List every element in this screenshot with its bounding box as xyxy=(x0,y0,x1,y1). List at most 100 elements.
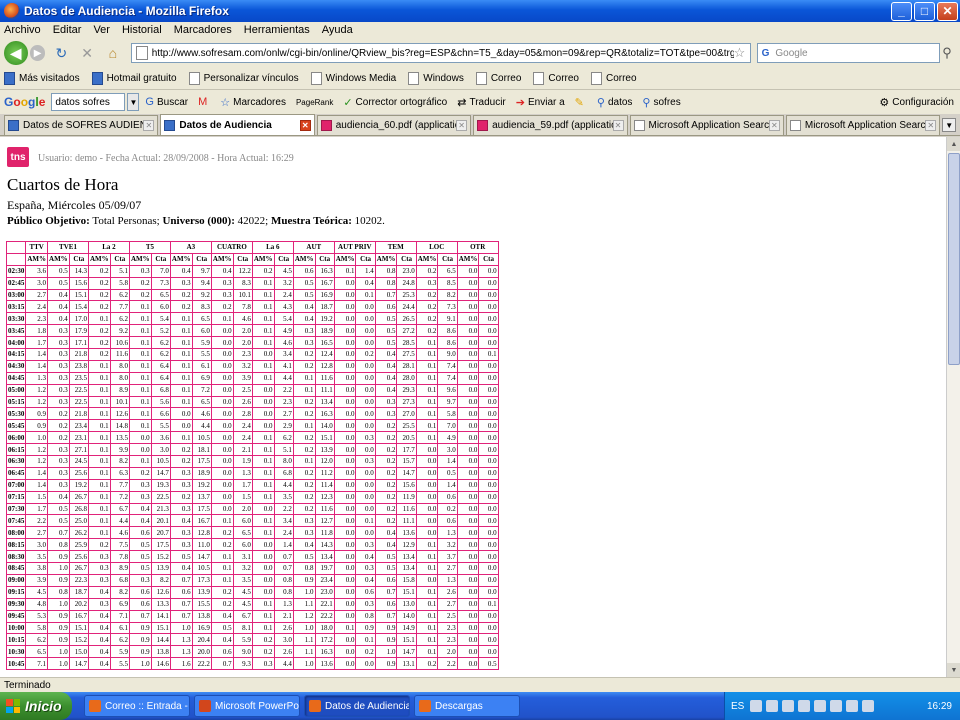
value-cell: 0.1 xyxy=(478,597,499,611)
tab-datos-audiencia[interactable]: Datos de Audiencia ✕ xyxy=(160,114,315,135)
time-cell: 09:15 xyxy=(5,585,27,599)
navigation-toolbar: ◀ ▶ ↻ ✕ ⌂ http://www.sofresam.com/onlw/c… xyxy=(0,38,960,68)
tray-icon[interactable] xyxy=(750,700,763,712)
value-cell: 4.6 xyxy=(273,336,294,350)
menu-editar[interactable]: Editar xyxy=(53,24,82,36)
word-find-datos[interactable]: ⚲ datos xyxy=(597,96,633,109)
menu-archivo[interactable]: Archivo xyxy=(4,24,41,36)
bookmark-star-icon[interactable]: ☆ xyxy=(734,45,750,61)
maximize-button[interactable]: □ xyxy=(914,1,935,21)
reload-icon[interactable]: ↻ xyxy=(51,43,71,63)
value-cell: 0.0 xyxy=(456,276,480,290)
channel-header: CUATRO xyxy=(210,241,253,254)
bookmark-item[interactable]: Más visitados xyxy=(4,72,80,85)
bookmark-item[interactable]: Correo xyxy=(590,72,637,85)
minimize-button[interactable]: _ xyxy=(891,1,912,21)
bookmark-item[interactable]: Correo xyxy=(533,72,579,85)
tab-audiencia-60[interactable]: audiencia_60.pdf (application/pdf O...✕ xyxy=(316,115,472,135)
stop-icon[interactable]: ✕ xyxy=(77,43,97,63)
google-search-button[interactable]: G Buscar xyxy=(145,96,188,108)
time-cell: 02:45 xyxy=(5,276,27,290)
value-cell: 4.4 xyxy=(273,371,294,385)
task-correo[interactable]: Correo :: Entrada - M... xyxy=(84,695,190,717)
value-cell: 1.4 xyxy=(25,478,49,492)
bookmark-item[interactable]: Windows xyxy=(408,72,464,85)
value-cell: 0.2 xyxy=(374,514,398,528)
value-cell: 0.3 xyxy=(210,288,234,302)
tab-ms-search-1[interactable]: Microsoft Application Search ✕ xyxy=(629,115,784,135)
window-titlebar[interactable]: Datos de Audiencia - Mozilla Firefox _ □… xyxy=(0,0,960,22)
value-cell: 0.2 xyxy=(374,419,398,433)
tray-icon[interactable] xyxy=(846,700,859,712)
language-indicator[interactable]: ES xyxy=(731,701,744,712)
bookmarks-button[interactable]: ☆ Marcadores xyxy=(220,96,286,109)
menu-historial[interactable]: Historial xyxy=(122,24,162,36)
forward-button[interactable]: ▶ xyxy=(29,45,46,61)
tab-ms-search-2[interactable]: Microsoft Application Search ✕ xyxy=(785,115,941,135)
tab-close-icon[interactable]: ✕ xyxy=(768,120,780,131)
address-bar[interactable]: http://www.sofresam.com/onlw/cgi-bin/onl… xyxy=(130,43,751,63)
spellcheck-button[interactable]: ✓ Corrector ortográfico xyxy=(343,96,447,109)
tab-audiencia-59[interactable]: audiencia_59.pdf (application/pdf O...✕ xyxy=(473,115,628,135)
tab-sofres[interactable]: Datos de SOFRES AUDIENCIA DE M...✕ xyxy=(4,115,159,135)
volume-icon[interactable] xyxy=(862,700,875,712)
value-cell: 6.3 xyxy=(109,466,130,480)
bookmark-item[interactable]: Windows Media xyxy=(310,72,396,85)
tray-icon[interactable] xyxy=(766,700,779,712)
home-icon[interactable]: ⌂ xyxy=(103,43,123,63)
tab-close-icon[interactable]: ✕ xyxy=(299,119,311,131)
gmail-button[interactable]: M xyxy=(198,96,210,108)
bookmark-item[interactable]: Correo xyxy=(475,72,521,85)
value-cell: 6.0 xyxy=(232,514,253,528)
value-cell: 0.2 xyxy=(169,288,193,302)
tray-icon[interactable] xyxy=(798,700,811,712)
bookmark-item[interactable]: Personalizar vínculos xyxy=(188,72,299,85)
value-cell: 7.8 xyxy=(109,550,130,564)
search-input[interactable]: G Google xyxy=(756,43,941,63)
tray-icon[interactable] xyxy=(830,700,843,712)
scroll-up-icon[interactable]: ▲ xyxy=(947,137,960,151)
menu-ayuda[interactable]: Ayuda xyxy=(322,24,353,36)
start-button[interactable]: Inicio xyxy=(0,692,72,720)
tab-list-menu[interactable]: ▼ xyxy=(942,118,956,132)
menu-marcadores[interactable]: Marcadores xyxy=(174,24,232,36)
metric-header: AM% xyxy=(251,252,275,266)
metric-header: AM% xyxy=(169,252,193,266)
search-magnifier-icon[interactable]: ⚲ xyxy=(942,45,960,61)
scrollbar-thumb[interactable] xyxy=(948,153,960,365)
menu-ver[interactable]: Ver xyxy=(93,24,110,36)
tab-close-icon[interactable]: ✕ xyxy=(456,120,468,131)
tab-close-icon[interactable]: ✕ xyxy=(612,120,624,131)
google-search-dropdown[interactable]: ▼ xyxy=(127,93,140,111)
tray-icon[interactable] xyxy=(814,700,827,712)
search-engine-icon[interactable]: G xyxy=(762,48,770,59)
translate-button[interactable]: ⇄ Traducir xyxy=(457,96,506,109)
google-search-input[interactable]: datos sofres xyxy=(51,93,126,111)
value-cell: 2.2 xyxy=(273,502,294,516)
settings-button[interactable]: ⚙ Configuración xyxy=(879,96,954,109)
value-cell: 0.1 xyxy=(210,514,234,528)
task-powerpoint[interactable]: Microsoft PowerPoint ... xyxy=(194,695,300,717)
menu-herramientas[interactable]: Herramientas xyxy=(244,24,310,36)
task-datos-audiencia[interactable]: Datos de Audiencia - ... xyxy=(304,695,410,717)
tab-close-icon[interactable]: ✕ xyxy=(925,120,937,131)
task-descargas[interactable]: Descargas xyxy=(414,695,520,717)
value-cell: 0.3 xyxy=(374,395,398,409)
back-button[interactable]: ◀ xyxy=(4,41,28,65)
close-window-button[interactable]: ✕ xyxy=(937,1,958,21)
pagerank-indicator[interactable]: PageRank xyxy=(296,98,333,107)
bookmark-item[interactable]: Hotmail gratuito xyxy=(91,72,177,85)
word-find-sofres[interactable]: ⚲ sofres xyxy=(642,96,680,109)
highlight-button[interactable]: ✎ xyxy=(575,96,587,109)
value-cell: 2.2 xyxy=(273,383,294,397)
send-to-button[interactable]: ➔ Enviar a xyxy=(516,96,565,109)
tray-icon[interactable] xyxy=(782,700,795,712)
tab-close-icon[interactable]: ✕ xyxy=(143,120,155,131)
send-icon: ➔ xyxy=(515,96,525,109)
scroll-down-icon[interactable]: ▼ xyxy=(947,663,960,677)
value-cell: 0.0 xyxy=(456,597,480,611)
value-cell: 0.6 xyxy=(437,514,458,528)
table-row: 10:30 6.5 1.0 15.0 0.4 5.9 0.9 13.8 1.3 20.0 0.6 9.… xyxy=(5,645,499,659)
vertical-scrollbar[interactable]: ▲ ▼ xyxy=(946,137,960,677)
time-cell: 04:15 xyxy=(5,348,27,361)
